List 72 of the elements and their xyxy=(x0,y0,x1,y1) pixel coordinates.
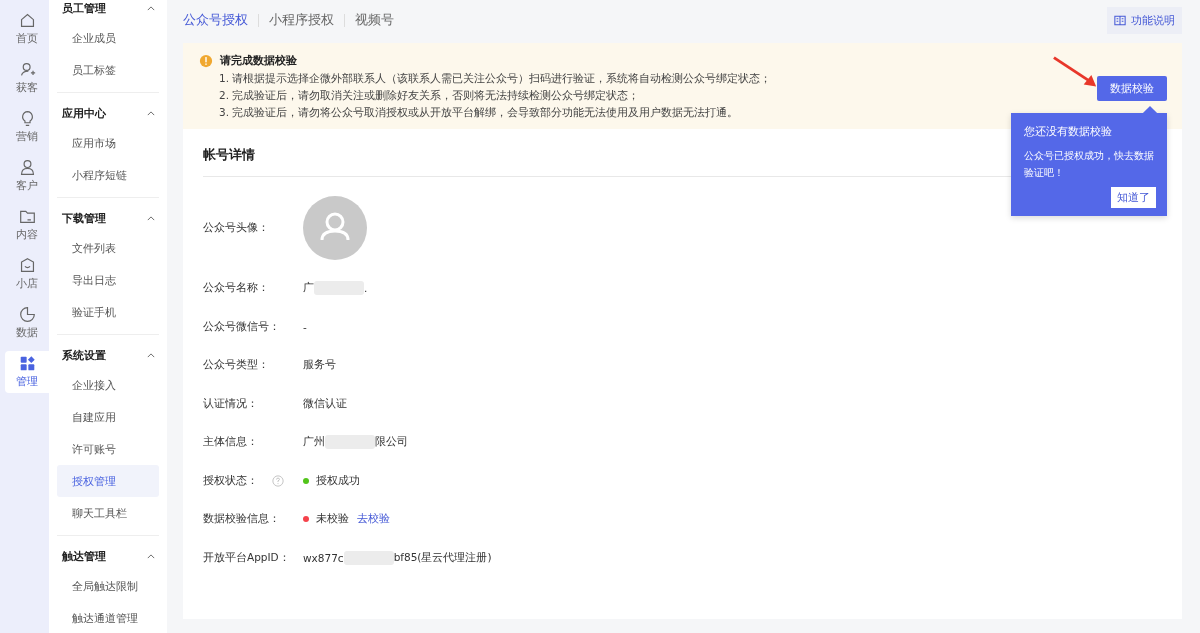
menu-item[interactable]: 文件列表 xyxy=(57,232,159,264)
field-value: 限公司 xyxy=(375,435,408,450)
menu-item[interactable]: 自建应用 xyxy=(57,401,159,433)
field-label: 主体信息： xyxy=(203,435,258,450)
pie-icon xyxy=(18,306,36,323)
field-label: 授权状态： xyxy=(203,473,258,488)
menu-item[interactable]: 许可账号 xyxy=(57,433,159,465)
notice-text: 2. 完成验证后，请勿取消关注或删除好友关系，否则将无法持续检测公众号绑定状态； xyxy=(219,88,640,102)
field-value: - xyxy=(303,320,307,333)
verify-link[interactable]: 去校验 xyxy=(357,512,390,527)
notice-text: 3. 完成验证后，请勿将公众号取消授权或从开放平台解绑，会导致部分功能无法使用及用户数据无法打通。 xyxy=(219,105,739,119)
nav-rail-item[interactable]: 管理 xyxy=(5,351,49,393)
help-icon[interactable] xyxy=(272,474,284,487)
field-value: wx877c xyxy=(303,551,344,564)
book-icon xyxy=(1114,14,1126,26)
nav-rail-item[interactable]: 客户 xyxy=(5,155,49,197)
tab[interactable]: 小程序授权 xyxy=(269,11,334,29)
grid-icon xyxy=(18,355,36,372)
got-it-button[interactable]: 知道了 xyxy=(1111,187,1156,208)
menu-group-header[interactable]: 员工管理 xyxy=(57,0,159,22)
menu-item[interactable]: 企业接入 xyxy=(57,369,159,401)
notice-title: 请完成数据校验 xyxy=(220,53,297,68)
menu-item[interactable]: 导出日志 xyxy=(57,264,159,296)
field-value: 服务号 xyxy=(303,358,336,373)
avatar-icon xyxy=(303,196,367,260)
nav-rail-item[interactable]: 获客 xyxy=(5,57,49,99)
menu-item[interactable]: 企业成员 xyxy=(57,22,159,54)
user-plus-icon xyxy=(18,61,36,78)
tab[interactable]: 公众号授权 xyxy=(183,11,248,29)
field-value: bf85(星云代理注册) xyxy=(393,550,492,565)
menu-item[interactable]: 验证手机 xyxy=(57,296,159,328)
user-icon xyxy=(18,159,36,176)
status-text: 授权成功 xyxy=(316,473,360,488)
menu-group-header[interactable]: 系统设置 xyxy=(57,341,159,369)
warning-icon xyxy=(199,53,213,68)
field-label: 公众号微信号： xyxy=(203,319,280,334)
field-label: 数据校验信息： xyxy=(203,512,280,527)
field-value: 广 xyxy=(303,281,314,296)
shop-icon xyxy=(18,257,36,274)
popover-text: 公众号已授权成功，快去数据验证吧！ xyxy=(1024,149,1155,180)
menu-item[interactable]: 聊天工具栏 xyxy=(57,497,159,529)
field-value: . xyxy=(364,282,368,295)
menu-group-header[interactable]: 应用中心 xyxy=(57,99,159,127)
field-label: 公众号名称： xyxy=(203,281,269,296)
verify-button[interactable]: 数据校验 xyxy=(1097,76,1167,101)
nav-rail-item[interactable]: 营销 xyxy=(5,106,49,148)
menu-item[interactable]: 触达通道管理 xyxy=(57,602,159,633)
nav-rail-item[interactable]: 小店 xyxy=(5,253,49,295)
folder-icon xyxy=(18,208,36,225)
field-label: 公众号类型： xyxy=(203,358,269,373)
menu-item[interactable]: 授权管理 xyxy=(57,465,159,497)
field-label: 公众号头像： xyxy=(203,221,269,235)
field-label: 开放平台AppID： xyxy=(203,550,290,565)
nav-rail-item[interactable]: 内容 xyxy=(5,204,49,246)
menu-group-header[interactable]: 触达管理 xyxy=(57,542,159,570)
nav-rail-item[interactable]: 首页 xyxy=(5,8,49,50)
nav-rail-item[interactable]: 数据 xyxy=(5,302,49,344)
menu-group-header[interactable]: 下载管理 xyxy=(57,204,159,232)
field-value: 微信认证 xyxy=(303,396,347,411)
menu-item[interactable]: 员工标签 xyxy=(57,54,159,86)
field-value: 广州 xyxy=(303,435,325,450)
tab[interactable]: 视频号 xyxy=(355,11,394,29)
menu-item[interactable]: 小程序短链 xyxy=(57,159,159,191)
field-label: 认证情况： xyxy=(203,396,258,411)
card-title: 帐号详情 xyxy=(203,147,255,164)
notice-text: 1. 请根据提示选择企微外部联系人（该联系人需已关注公众号）扫码进行验证，系统将自动检测公众号绑定状态； xyxy=(219,71,772,85)
home-icon xyxy=(18,12,36,29)
status-text: 未校验 xyxy=(316,512,349,527)
popover-title: 您还没有数据校验 xyxy=(1024,124,1113,139)
menu-item[interactable]: 全局触达限制 xyxy=(57,570,159,602)
menu-item[interactable]: 应用市场 xyxy=(57,127,159,159)
help-button[interactable]: 功能说明 xyxy=(1107,6,1182,34)
